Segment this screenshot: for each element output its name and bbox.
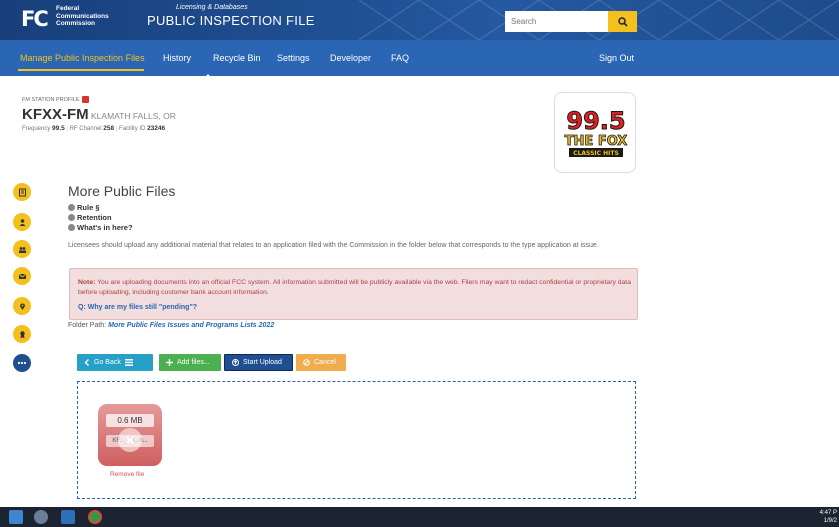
pending-files-link[interactable]: Q: Why are my files still "pending"? bbox=[78, 304, 197, 311]
start-upload-button[interactable]: Start Upload bbox=[224, 354, 293, 371]
os-taskbar: 4:47 P 1/9/2 bbox=[0, 507, 839, 527]
search-icon bbox=[617, 16, 628, 27]
nav-developer[interactable]: Developer bbox=[330, 53, 371, 63]
help-icon bbox=[68, 204, 75, 211]
close-icon bbox=[126, 436, 134, 444]
rule-link[interactable]: Rule § bbox=[68, 203, 100, 212]
svg-text:THE FOX: THE FOX bbox=[565, 134, 628, 149]
plus-icon bbox=[166, 359, 173, 366]
remove-file-link[interactable]: Remove file bbox=[110, 471, 144, 478]
station-profile-label: FM STATION PROFILE bbox=[22, 96, 89, 103]
station-facility-id: 23246 bbox=[147, 125, 166, 132]
sidebar-group-button[interactable] bbox=[13, 240, 31, 258]
station-meta: Frequency 99.5 | RF Channel 258 | Facili… bbox=[22, 125, 166, 132]
search-input[interactable] bbox=[505, 11, 608, 32]
nav-faq[interactable]: FAQ bbox=[391, 53, 409, 63]
sidebar-location-button[interactable] bbox=[13, 297, 31, 315]
file-size: 0.6 MB bbox=[106, 414, 154, 427]
file-preview-card: 0.6 MB KF..._20...h... bbox=[98, 404, 162, 466]
sign-out-link[interactable]: Sign Out bbox=[599, 53, 634, 63]
browser-icon[interactable] bbox=[34, 510, 48, 524]
award-icon bbox=[19, 330, 25, 338]
search-button[interactable] bbox=[608, 11, 637, 32]
station-logo-graphic: 99.5 THE FOX CLASSIC HITS bbox=[564, 107, 628, 157]
station-rf-channel: 258 bbox=[103, 125, 115, 132]
sidebar-more-button[interactable] bbox=[13, 354, 31, 372]
nav-active-underline bbox=[18, 69, 144, 71]
people-icon bbox=[19, 218, 25, 226]
whats-in-here-link[interactable]: What's in here? bbox=[68, 223, 133, 232]
go-back-button[interactable]: Go Back bbox=[77, 354, 153, 371]
nav-manage-files[interactable]: Manage Public Inspection Files bbox=[20, 53, 145, 63]
help-icon bbox=[68, 224, 75, 231]
agency-name: Federal Communications Commission bbox=[56, 5, 109, 27]
start-icon[interactable] bbox=[9, 510, 23, 524]
document-icon bbox=[18, 188, 26, 196]
sidebar-people-button[interactable] bbox=[13, 213, 31, 231]
nav-recycle-bin[interactable]: Recycle Bin bbox=[213, 53, 261, 63]
chevron-left-icon bbox=[84, 359, 89, 366]
upload-icon bbox=[232, 359, 239, 366]
nav-pointer bbox=[202, 74, 214, 80]
more-icon bbox=[17, 361, 27, 365]
svg-text:CLASSIC HITS: CLASSIC HITS bbox=[573, 150, 619, 157]
help-icon bbox=[68, 214, 75, 221]
file-dropzone[interactable]: 0.6 MB KF..._20...h... Remove file bbox=[77, 381, 636, 499]
upload-note: Note: You are uploading documents into a… bbox=[69, 268, 638, 320]
svg-text:99.5: 99.5 bbox=[566, 107, 625, 135]
location-icon bbox=[19, 303, 25, 310]
station-callsign: KFXX-FM bbox=[22, 106, 89, 123]
header-title[interactable]: PUBLIC INSPECTION FILE bbox=[147, 13, 315, 28]
cancel-button[interactable]: Cancel bbox=[296, 354, 346, 371]
note-text: Note: You are uploading documents into a… bbox=[78, 279, 631, 296]
mail-icon bbox=[18, 273, 26, 279]
nav-history[interactable]: History bbox=[163, 53, 191, 63]
pdf-icon[interactable] bbox=[81, 96, 89, 103]
station-city: KLAMATH FALLS, OR bbox=[91, 111, 176, 121]
file-explorer-icon[interactable] bbox=[61, 510, 75, 524]
file-remove-x[interactable] bbox=[118, 428, 142, 452]
station-frequency: 99.5 bbox=[52, 125, 65, 132]
top-header: FC Federal Communications Commission Lic… bbox=[0, 0, 839, 40]
ban-icon bbox=[303, 359, 310, 366]
taskbar-clock[interactable]: 4:47 P 1/9/2 bbox=[820, 509, 837, 525]
header-subtitle: Licensing & Databases bbox=[176, 4, 248, 11]
retention-link[interactable]: Retention bbox=[68, 213, 112, 222]
main-nav: Manage Public Inspection Files History R… bbox=[0, 40, 839, 80]
nav-settings[interactable]: Settings bbox=[277, 53, 310, 63]
station-logo: 99.5 THE FOX CLASSIC HITS bbox=[554, 92, 636, 173]
folder-path: Folder Path: More Public Files Issues an… bbox=[68, 322, 275, 329]
folder-description: Licensees should upload any additional m… bbox=[68, 242, 599, 249]
sidebar-award-button[interactable] bbox=[13, 325, 31, 343]
sidebar-document-button[interactable] bbox=[13, 183, 31, 201]
group-icon bbox=[18, 246, 26, 253]
list-icon bbox=[124, 359, 133, 366]
add-files-button[interactable]: Add files... bbox=[159, 354, 221, 371]
sidebar-mail-button[interactable] bbox=[13, 267, 31, 285]
chrome-icon[interactable] bbox=[88, 510, 102, 524]
page-title: More Public Files bbox=[68, 183, 176, 199]
folder-path-value[interactable]: More Public Files Issues and Programs Li… bbox=[108, 322, 274, 329]
fcc-logo[interactable]: FC bbox=[21, 6, 49, 32]
